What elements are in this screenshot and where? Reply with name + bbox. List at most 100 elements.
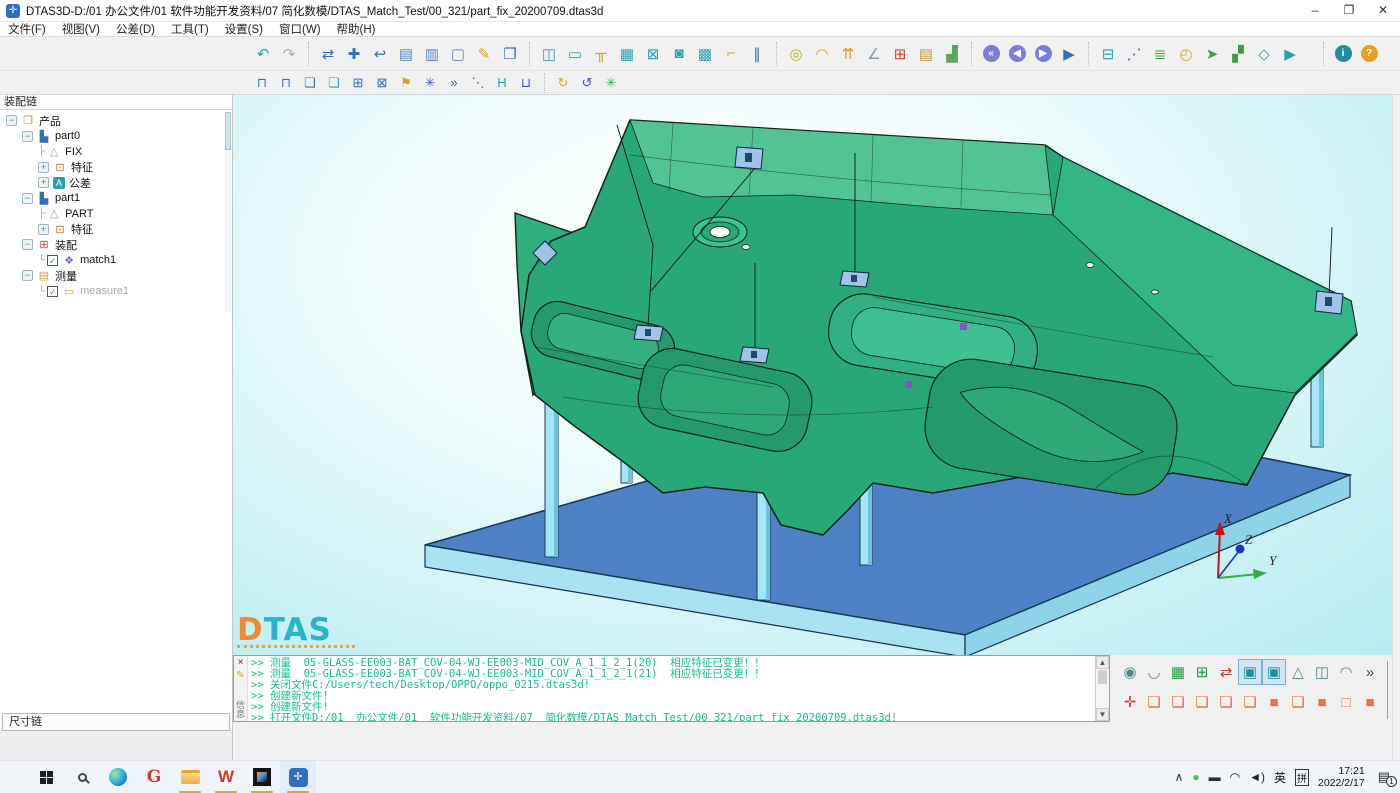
tree-item-measure1-11[interactable]: └✓▭measure1 [0,284,232,300]
cube-left-icon[interactable]: ❏ [1214,689,1238,715]
tree-expander-icon[interactable]: − [6,115,17,126]
tree-expander-icon[interactable]: + [38,177,49,188]
ime-lang[interactable]: 英 [1274,769,1286,786]
assembly-tool-icon[interactable]: ⊞ [887,42,913,66]
browser-g-app[interactable]: G [136,761,172,793]
cube-move-icon[interactable]: ❏ [298,73,322,93]
tree-item-match1-9[interactable]: └✓❖match1 [0,253,232,269]
report-data-icon[interactable]: ▥ [419,42,445,66]
clear-view-icon[interactable]: ⊠ [640,42,666,66]
redo-icon[interactable]: ↷ [276,42,302,66]
swap-view-icon[interactable]: ⇄ [1214,659,1238,685]
cube-back-icon[interactable]: ❏ [1190,689,1214,715]
shapes-cone-icon[interactable]: △ [1286,659,1310,685]
tray-chevron-icon[interactable]: ∧ [1175,770,1184,784]
mesh-view-icon[interactable]: ▩ [692,42,718,66]
menu-item-3[interactable]: 工具(T) [171,21,209,37]
info-icon[interactable]: i [1330,42,1356,66]
wps-app[interactable]: W [208,761,244,793]
explorer-app[interactable] [172,761,208,793]
cube-shaded-icon[interactable]: ■ [1358,689,1382,715]
rotate-cw-icon[interactable]: ↻ [551,73,575,93]
tree-item-特征-7[interactable]: +⊡特征 [0,222,232,238]
tree-item-公差-4[interactable]: +A公差 [0,175,232,191]
tree-item-装配-8[interactable]: −⊞装配 [0,237,232,253]
surface-view-icon[interactable]: ◙ [666,42,692,66]
menu-item-2[interactable]: 公差(D) [116,21,155,37]
scroll-up-icon[interactable]: ▲ [1096,656,1109,669]
tree-item-PART-6[interactable]: ├△PART [0,206,232,222]
cube-iso-icon[interactable]: ❏ [1142,689,1166,715]
press-tool-icon[interactable]: ⊔ [514,73,538,93]
new-file-icon[interactable]: ✚ [341,42,367,66]
right-splitter[interactable] [1392,95,1400,760]
points-view-icon[interactable]: ▦ [614,42,640,66]
photos-app[interactable] [244,761,280,793]
tree-expander-icon[interactable]: + [38,162,49,173]
export-icon[interactable]: ➤ [1199,42,1225,66]
pan-view-icon[interactable]: ✛ [1118,689,1142,715]
shield-icon[interactable]: ◇ [1251,42,1277,66]
table-view-icon[interactable]: ╥ [588,42,614,66]
select-ok-alt-icon[interactable]: ▣ [1262,659,1286,685]
branch-point-icon[interactable]: ⋱ [466,73,490,93]
shapes-group-icon[interactable]: ◫ [1310,659,1334,685]
tree-item-FIX-2[interactable]: ├△FIX [0,144,232,160]
tree-expander-icon[interactable]: + [38,224,49,235]
skip-start-icon[interactable]: « [978,42,1004,66]
search-button[interactable] [64,761,100,793]
dome-icon[interactable]: ◠ [809,42,835,66]
step-back-icon[interactable]: ◀ [1004,42,1030,66]
rotate-ccw-icon[interactable]: ↺ [575,73,599,93]
minimize-button[interactable]: – [1298,0,1332,22]
paint-roller-icon[interactable]: ⌐ [718,42,744,66]
bench-icon[interactable]: ⊞ [346,73,370,93]
volume-icon[interactable]: ◄) [1249,770,1265,784]
menu-item-4[interactable]: 设置(S) [225,21,263,37]
tree-checkbox[interactable]: ✓ [47,286,58,297]
tab-size-chain[interactable]: 尺寸链 [2,713,230,731]
menu-item-1[interactable]: 视图(V) [62,21,100,37]
step-forward-icon[interactable]: ▶ [1030,42,1056,66]
cube-bottom-icon[interactable]: ❏ [1286,689,1310,715]
device-icon[interactable]: ▬ [1209,770,1221,784]
frame-view-icon[interactable]: ▭ [562,42,588,66]
dtas-app[interactable]: ✛ [280,761,316,793]
notification-icon[interactable]: ▤1 [1378,769,1390,785]
shapes-half-icon[interactable]: ◠ [1334,659,1358,685]
panes-icon[interactable]: ◫ [536,42,562,66]
cube-right-icon[interactable]: ❏ [1238,689,1262,715]
present-monitor-icon[interactable]: ▶ [1056,42,1082,66]
pages-icon[interactable]: ∥ [744,42,770,66]
wechat-icon[interactable]: ● [1192,770,1199,784]
report-image-icon[interactable]: ▤ [393,42,419,66]
cube-solid-icon[interactable]: ■ [1310,689,1334,715]
histogram-icon[interactable]: ▟ [939,42,965,66]
zoom-eye-minus-icon[interactable]: ◡ [1142,659,1166,685]
run-icon[interactable]: ▶ [1277,42,1303,66]
tree-scrollbar[interactable] [225,112,231,312]
cube-top-icon[interactable]: ■ [1262,689,1286,715]
cube-front-icon[interactable]: ❏ [1166,689,1190,715]
cube-preview-icon[interactable]: ❏ [322,73,346,93]
help-icon[interactable]: ? [1356,42,1382,66]
axes-node-icon[interactable]: ✳ [418,73,442,93]
restore-button[interactable]: ❐ [1332,0,1366,22]
console-tab-info[interactable]: 信息 [236,701,245,721]
document-icon[interactable]: ▢ [445,42,471,66]
scatter-icon[interactable]: ⋰ [1121,42,1147,66]
branch-out-icon[interactable]: » [442,73,466,93]
grid-solid-icon[interactable]: ▦ [1166,659,1190,685]
import-model-icon[interactable]: ⇄ [315,42,341,66]
tree-item-产品-0[interactable]: −❒产品 [0,113,232,129]
zoom-eye-icon[interactable]: ◉ [1118,659,1142,685]
scroll-thumb[interactable] [1098,670,1107,684]
locate-pin-icon[interactable]: ⚑ [394,73,418,93]
notebook-icon[interactable]: ❐ [497,42,523,66]
menu-item-5[interactable]: 窗口(W) [279,21,321,37]
tree-expander-icon[interactable]: − [22,131,33,142]
feature-flag-icon[interactable]: ⇈ [835,42,861,66]
overflow-icon[interactable]: » [1358,659,1382,685]
start-button[interactable] [28,761,64,793]
history-clock-icon[interactable]: ◴ [1173,42,1199,66]
